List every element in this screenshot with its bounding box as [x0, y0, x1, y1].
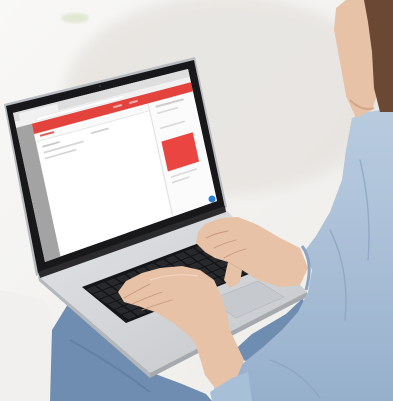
- photo-scene: [0, 0, 393, 401]
- webcam: [99, 85, 101, 87]
- background-plant-blur: [61, 13, 89, 23]
- chat-bubble-icon: [208, 195, 216, 203]
